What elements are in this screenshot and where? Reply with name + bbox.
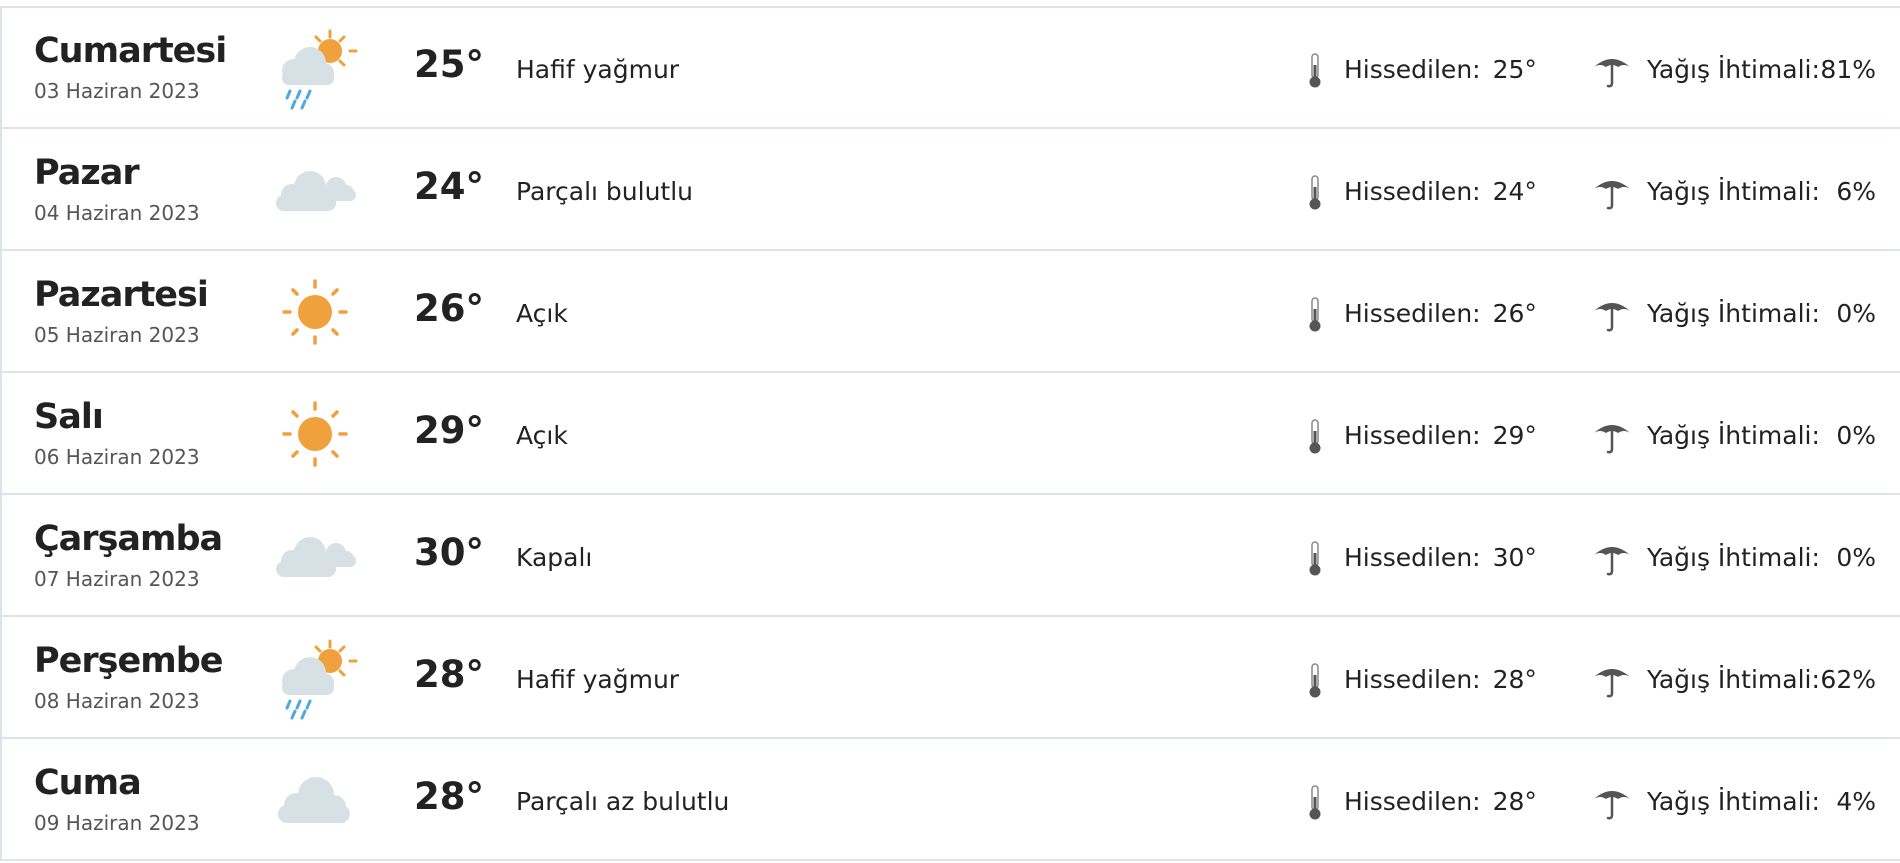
sun-cloud-rain-icon [272, 637, 358, 723]
rain-chance-label: Yağış İhtimali: [1647, 543, 1820, 572]
rain-chance-value: 4% [1836, 787, 1876, 816]
feels-like: Hissedilen: 28° [1344, 665, 1537, 694]
day-date: 03 Haziran 2023 [34, 79, 200, 103]
forecast-row[interactable]: Salı 06 Haziran 2023 29° Açık Hissedilen… [0, 373, 1900, 495]
feels-like-value: 26° [1492, 299, 1537, 328]
umbrella-icon [1592, 177, 1632, 211]
sun-cloud-rain-icon [272, 27, 358, 113]
double-cloud-icon [272, 515, 358, 601]
day-date: 06 Haziran 2023 [34, 445, 200, 469]
rain-chance-label: Yağış İhtimali: [1647, 177, 1820, 206]
temperature: 26° [414, 287, 484, 330]
temperature: 24° [414, 165, 484, 208]
thermometer-icon [1308, 419, 1322, 455]
feels-like-value: 28° [1492, 787, 1537, 816]
day-name: Pazar [34, 153, 140, 193]
feels-like-value: 30° [1492, 543, 1537, 572]
umbrella-icon [1592, 665, 1632, 699]
forecast-row[interactable]: Çarşamba 07 Haziran 2023 30° Kapalı Hiss… [0, 495, 1900, 617]
weather-description: Açık [516, 299, 568, 328]
rain-chance-value: 0% [1836, 299, 1876, 328]
cloud-icon [272, 759, 358, 845]
feels-like-label: Hissedilen: [1344, 177, 1481, 206]
rain-chance-label: Yağış İhtimali: [1647, 55, 1820, 84]
weather-description: Parçalı az bulutlu [516, 787, 730, 816]
feels-like-value: 24° [1492, 177, 1537, 206]
thermometer-icon [1308, 541, 1322, 577]
rain-chance-value: 81% [1820, 55, 1876, 84]
rain-chance-value: 6% [1836, 177, 1876, 206]
umbrella-icon [1592, 543, 1632, 577]
forecast-row[interactable]: Cumartesi 03 Haziran 2023 25° Hafif yağm… [0, 7, 1900, 129]
rain-chance-value: 0% [1836, 543, 1876, 572]
sun-icon [272, 393, 358, 479]
day-name: Cuma [34, 763, 142, 803]
umbrella-icon [1592, 787, 1632, 821]
weather-description: Parçalı bulutlu [516, 177, 694, 206]
weather-description: Kapalı [516, 543, 593, 572]
temperature: 29° [414, 409, 484, 452]
forecast-row[interactable]: Pazartesi 05 Haziran 2023 26° Açık Hisse… [0, 251, 1900, 373]
umbrella-icon [1592, 421, 1632, 455]
feels-like-value: 25° [1492, 55, 1537, 84]
feels-like-label: Hissedilen: [1344, 665, 1481, 694]
day-name: Cumartesi [34, 31, 227, 71]
thermometer-icon [1308, 297, 1322, 333]
thermometer-icon [1308, 785, 1322, 821]
rain-chance-label: Yağış İhtimali: [1647, 421, 1820, 450]
feels-like-label: Hissedilen: [1344, 543, 1481, 572]
feels-like-label: Hissedilen: [1344, 299, 1481, 328]
weather-description: Hafif yağmur [516, 55, 680, 84]
double-cloud-icon [272, 149, 358, 235]
feels-like: Hissedilen: 24° [1344, 177, 1537, 206]
feels-like: Hissedilen: 30° [1344, 543, 1537, 572]
day-name: Çarşamba [34, 519, 223, 559]
umbrella-icon [1592, 55, 1632, 89]
weather-description: Hafif yağmur [516, 665, 680, 694]
rain-chance-label: Yağış İhtimali: [1647, 299, 1820, 328]
temperature: 30° [414, 531, 484, 574]
daily-forecast-list: Cumartesi 03 Haziran 2023 25° Hafif yağm… [0, 0, 1900, 863]
temperature: 25° [414, 43, 484, 86]
day-date: 05 Haziran 2023 [34, 323, 200, 347]
feels-like-value: 29° [1492, 421, 1537, 450]
feels-like: Hissedilen: 26° [1344, 299, 1537, 328]
day-date: 09 Haziran 2023 [34, 811, 200, 835]
rain-chance-label: Yağış İhtimali: [1647, 665, 1820, 694]
feels-like-label: Hissedilen: [1344, 421, 1481, 450]
thermometer-icon [1308, 663, 1322, 699]
temperature: 28° [414, 653, 484, 696]
day-date: 08 Haziran 2023 [34, 689, 200, 713]
feels-like-value: 28° [1492, 665, 1537, 694]
umbrella-icon [1592, 299, 1632, 333]
day-name: Perşembe [34, 641, 223, 681]
day-date: 07 Haziran 2023 [34, 567, 200, 591]
feels-like: Hissedilen: 28° [1344, 787, 1537, 816]
forecast-row[interactable]: Cuma 09 Haziran 2023 28° Parçalı az bulu… [0, 739, 1900, 861]
rain-chance-label: Yağış İhtimali: [1647, 787, 1820, 816]
day-name: Salı [34, 397, 104, 437]
feels-like: Hissedilen: 29° [1344, 421, 1537, 450]
feels-like-label: Hissedilen: [1344, 55, 1481, 84]
forecast-row[interactable]: Pazar 04 Haziran 2023 24° Parçalı bulutl… [0, 129, 1900, 251]
sun-icon [272, 271, 358, 357]
rain-chance-value: 62% [1820, 665, 1876, 694]
temperature: 28° [414, 775, 484, 818]
feels-like: Hissedilen: 25° [1344, 55, 1537, 84]
day-name: Pazartesi [34, 275, 209, 315]
thermometer-icon [1308, 53, 1322, 89]
weather-description: Açık [516, 421, 568, 450]
day-date: 04 Haziran 2023 [34, 201, 200, 225]
forecast-row[interactable]: Perşembe 08 Haziran 2023 28° Hafif yağmu… [0, 617, 1900, 739]
feels-like-label: Hissedilen: [1344, 787, 1481, 816]
rain-chance-value: 0% [1836, 421, 1876, 450]
thermometer-icon [1308, 175, 1322, 211]
